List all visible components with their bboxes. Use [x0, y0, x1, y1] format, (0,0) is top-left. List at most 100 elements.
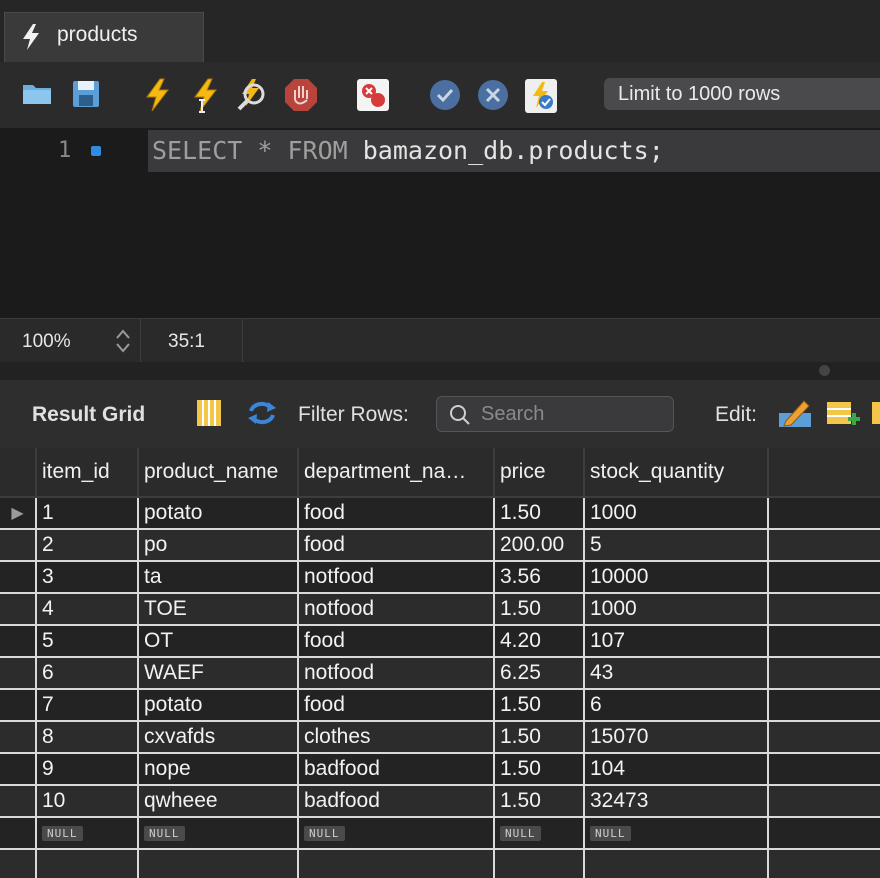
cell[interactable]: po: [138, 529, 299, 562]
filter-search-box[interactable]: [436, 396, 674, 432]
cell[interactable]: qwheee: [138, 785, 299, 818]
open-folder-icon[interactable]: [22, 78, 52, 108]
stop-icon[interactable]: [284, 78, 318, 112]
row-indicator: [0, 817, 37, 850]
tab-bar: products: [0, 0, 880, 63]
cell[interactable]: 10000: [584, 561, 769, 594]
cell[interactable]: 1.50: [494, 785, 585, 818]
table-row[interactable]: 10 qwheee badfood 1.50 32473: [0, 785, 880, 818]
form-editor-icon[interactable]: [196, 399, 222, 427]
cell[interactable]: potato: [138, 689, 299, 722]
refresh-icon[interactable]: [246, 399, 278, 427]
table-row[interactable]: 6 WAEF notfood 6.25 43: [0, 657, 880, 690]
cell[interactable]: 43: [584, 657, 769, 690]
result-grid[interactable]: item_id product_name department_na… pric…: [0, 448, 880, 878]
cell[interactable]: 9: [36, 753, 139, 786]
cell[interactable]: notfood: [298, 657, 495, 690]
cell[interactable]: 1: [36, 497, 139, 530]
cell[interactable]: notfood: [298, 561, 495, 594]
table-row[interactable]: 4 TOE notfood 1.50 1000: [0, 593, 880, 626]
cell[interactable]: 7: [36, 689, 139, 722]
cell[interactable]: 8: [36, 721, 139, 754]
column-header-stock-quantity[interactable]: stock_quantity: [584, 448, 769, 498]
table-row[interactable]: ▶ 1 potato food 1.50 1000: [0, 497, 880, 530]
empty-cell: [768, 849, 880, 878]
cell[interactable]: ta: [138, 561, 299, 594]
cell[interactable]: 200.00: [494, 529, 585, 562]
cell[interactable]: 1.50: [494, 721, 585, 754]
panel-splitter[interactable]: [0, 362, 880, 380]
explain-icon[interactable]: [236, 78, 270, 112]
splitter-handle-icon[interactable]: [819, 365, 830, 376]
cell[interactable]: WAEF: [138, 657, 299, 690]
cell[interactable]: 6: [584, 689, 769, 722]
cell[interactable]: 2: [36, 529, 139, 562]
cell[interactable]: food: [298, 497, 495, 530]
cell[interactable]: 5: [584, 529, 769, 562]
autocommit-icon[interactable]: [524, 78, 558, 114]
sql-statement[interactable]: SELECT * FROM bamazon_db.products;: [152, 136, 664, 165]
cell[interactable]: food: [298, 689, 495, 722]
commit-icon[interactable]: [428, 78, 462, 112]
column-header-item-id[interactable]: item_id: [36, 448, 139, 498]
table-row[interactable]: 5 OT food 4.20 107: [0, 625, 880, 658]
zoom-stepper-icon[interactable]: [114, 327, 132, 355]
cell[interactable]: badfood: [298, 753, 495, 786]
cell[interactable]: notfood: [298, 593, 495, 626]
table-row[interactable]: 8 cxvafds clothes 1.50 15070: [0, 721, 880, 754]
delete-row-icon[interactable]: [872, 399, 880, 427]
cell[interactable]: clothes: [298, 721, 495, 754]
column-header-product-name[interactable]: product_name: [138, 448, 299, 498]
rollback-icon[interactable]: [476, 78, 510, 112]
toggle-error-icon[interactable]: [356, 78, 390, 112]
cell[interactable]: food: [298, 529, 495, 562]
column-header-price[interactable]: price: [494, 448, 585, 498]
cell[interactable]: nope: [138, 753, 299, 786]
cell[interactable]: NULL: [298, 817, 495, 850]
cell[interactable]: 104: [584, 753, 769, 786]
sql-editor[interactable]: 1 SELECT * FROM bamazon_db.products;: [0, 128, 880, 318]
cell[interactable]: 15070: [584, 721, 769, 754]
tab-products[interactable]: products: [4, 12, 204, 62]
cell[interactable]: 1000: [584, 593, 769, 626]
table-row[interactable]: 2 po food 200.00 5: [0, 529, 880, 562]
execute-icon[interactable]: [142, 78, 172, 112]
cell[interactable]: potato: [138, 497, 299, 530]
cell[interactable]: cxvafds: [138, 721, 299, 754]
cell[interactable]: NULL: [494, 817, 585, 850]
result-grid-label[interactable]: Result Grid: [32, 403, 145, 427]
cell[interactable]: food: [298, 625, 495, 658]
limit-rows-select[interactable]: Limit to 1000 rows: [604, 78, 880, 110]
cell[interactable]: OT: [138, 625, 299, 658]
edit-cell-icon[interactable]: [778, 397, 814, 429]
cell[interactable]: 1.50: [494, 593, 585, 626]
add-row-icon[interactable]: [826, 399, 862, 427]
new-row[interactable]: NULL NULL NULL NULL NULL: [0, 817, 880, 850]
search-input[interactable]: [479, 401, 663, 427]
cell[interactable]: 1.50: [494, 753, 585, 786]
cell[interactable]: 1000: [584, 497, 769, 530]
cell[interactable]: 4: [36, 593, 139, 626]
cell[interactable]: 6: [36, 657, 139, 690]
cell[interactable]: 3.56: [494, 561, 585, 594]
column-header-department-name[interactable]: department_na…: [298, 448, 495, 498]
cell[interactable]: badfood: [298, 785, 495, 818]
cell[interactable]: 107: [584, 625, 769, 658]
cell[interactable]: 3: [36, 561, 139, 594]
cell[interactable]: 1.50: [494, 497, 585, 530]
execute-current-icon[interactable]: [190, 78, 220, 114]
cell[interactable]: TOE: [138, 593, 299, 626]
save-icon[interactable]: [72, 78, 100, 108]
cell[interactable]: 6.25: [494, 657, 585, 690]
table-row[interactable]: 3 ta notfood 3.56 10000: [0, 561, 880, 594]
cell[interactable]: NULL: [138, 817, 299, 850]
table-row[interactable]: 7 potato food 1.50 6: [0, 689, 880, 722]
cell[interactable]: NULL: [584, 817, 769, 850]
cell[interactable]: 1.50: [494, 689, 585, 722]
cell[interactable]: NULL: [36, 817, 139, 850]
table-row[interactable]: 9 nope badfood 1.50 104: [0, 753, 880, 786]
cell[interactable]: 5: [36, 625, 139, 658]
cell[interactable]: 10: [36, 785, 139, 818]
cell[interactable]: 4.20: [494, 625, 585, 658]
cell[interactable]: 32473: [584, 785, 769, 818]
